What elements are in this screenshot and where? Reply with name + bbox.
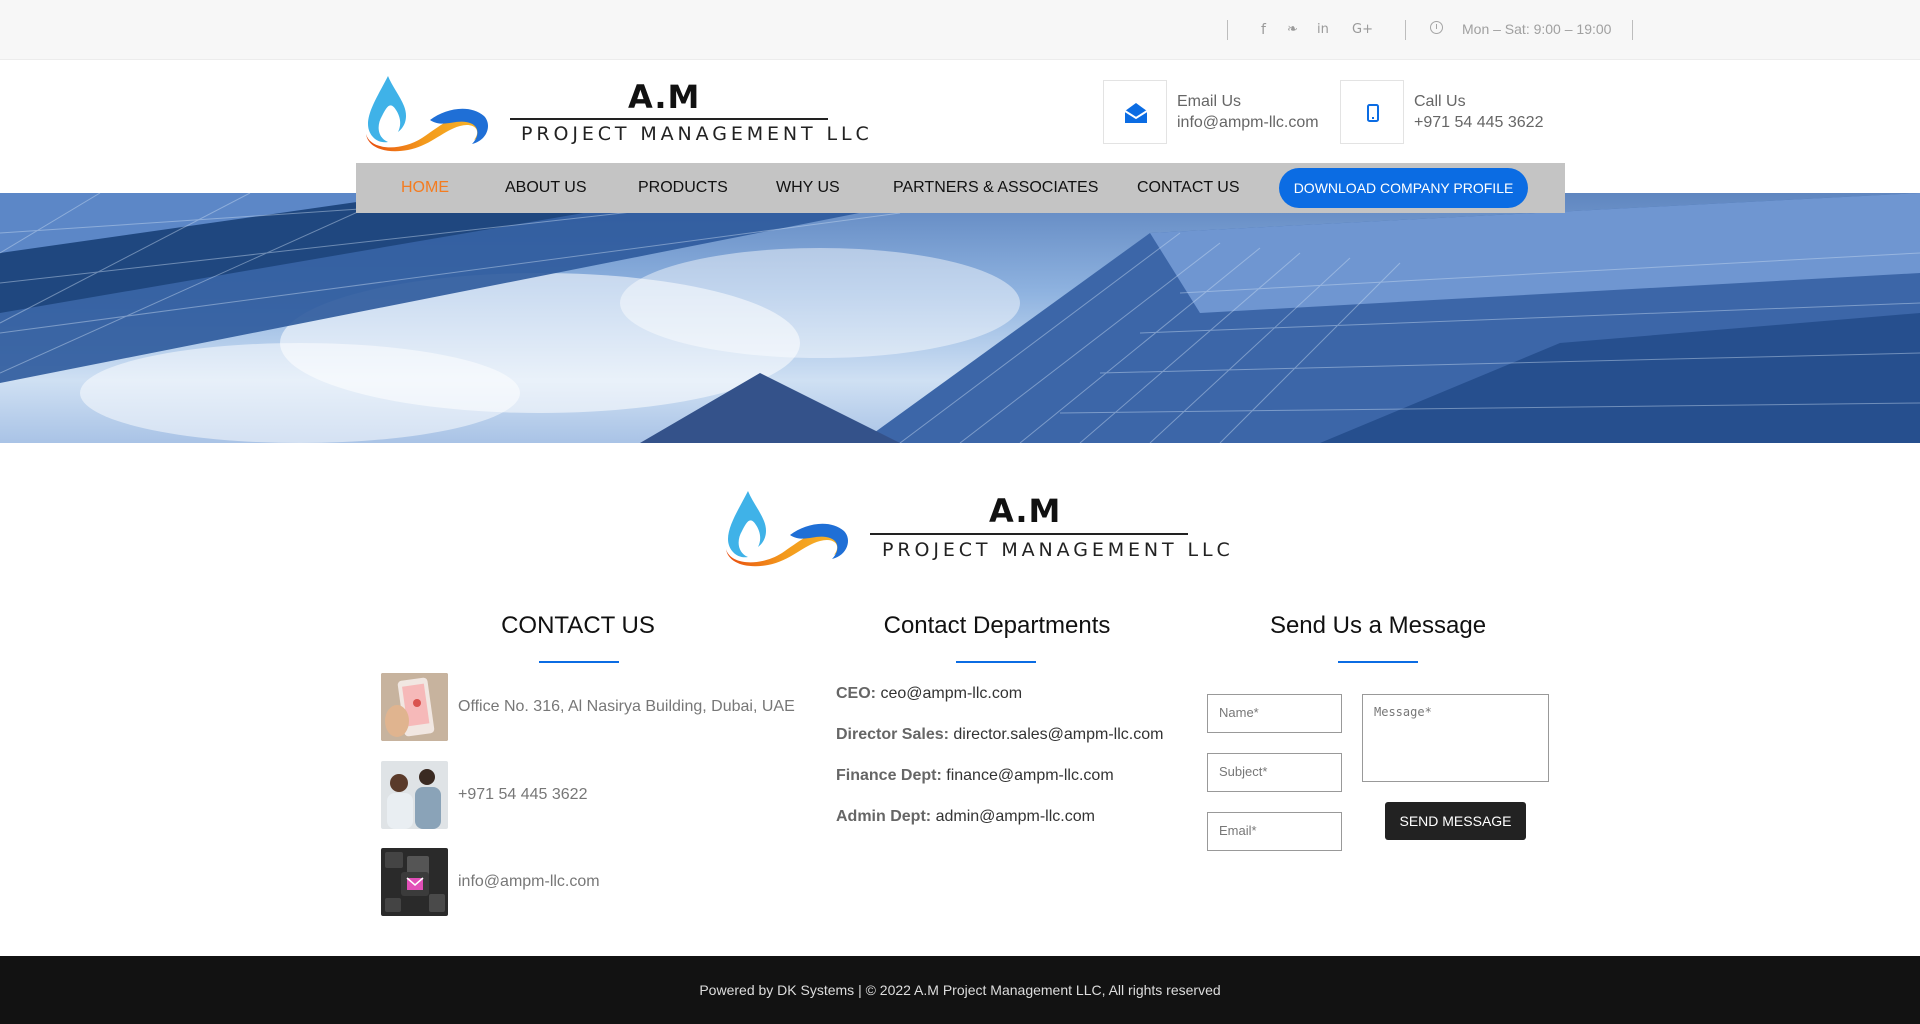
- nav-about-us[interactable]: ABOUT US: [505, 179, 587, 197]
- phone-thumbnail: [381, 761, 448, 829]
- email-thumbnail: [381, 848, 448, 916]
- call-center-image: [381, 761, 448, 829]
- contact-departments-heading: Contact Departments: [883, 612, 1111, 639]
- name-input[interactable]: Name*: [1207, 694, 1342, 733]
- email-label: Email Us: [1177, 93, 1242, 110]
- dept-email[interactable]: director.sales@ampm-llc.com: [953, 726, 1163, 743]
- subject-input[interactable]: Subject*: [1207, 753, 1342, 792]
- logo-mark-icon: [366, 76, 488, 152]
- send-message-heading: Send Us a Message: [1269, 612, 1487, 639]
- brand-subtitle: PROJECT MANAGEMENT LLC: [521, 123, 873, 145]
- dept-ceo: CEO: ceo@ampm-llc.com: [836, 685, 1022, 703]
- dept-label: CEO:: [836, 685, 876, 702]
- nav-home[interactable]: HOME: [401, 179, 449, 197]
- email-box[interactable]: [1103, 80, 1167, 144]
- contact-email[interactable]: info@ampm-llc.com: [458, 873, 600, 891]
- dept-label: Finance Dept:: [836, 767, 942, 784]
- opening-hours: Mon – Sat: 9:00 – 19:00: [1462, 21, 1612, 37]
- message-textarea[interactable]: Message*: [1362, 694, 1549, 782]
- phone-map-image: [381, 673, 448, 741]
- clock-icon: [1430, 21, 1443, 34]
- dept-finance: Finance Dept: finance@ampm-llc.com: [836, 767, 1114, 785]
- nav-contact-us[interactable]: CONTACT US: [1137, 179, 1240, 197]
- dept-email[interactable]: admin@ampm-llc.com: [936, 808, 1095, 825]
- address-thumbnail: [381, 673, 448, 741]
- contact-phone: +971 54 445 3622: [458, 786, 588, 803]
- keyboard-email-image: [381, 848, 448, 916]
- twitter-icon[interactable]: ❧: [1287, 20, 1298, 40]
- logo-divider: [510, 118, 828, 120]
- footer-logo: A.M PROJECT MANAGEMENT LLC: [720, 487, 1230, 567]
- nav-partners-associates[interactable]: PARTNERS & ASSOCIATES: [893, 179, 1098, 197]
- email-input[interactable]: Email*: [1207, 812, 1342, 851]
- brand-name: A.M: [989, 492, 1062, 530]
- dept-director-sales: Director Sales: director.sales@ampm-llc.…: [836, 726, 1163, 744]
- dept-label: Admin Dept:: [836, 808, 932, 825]
- heading-underline: [539, 661, 619, 663]
- nav-why-us[interactable]: WHY US: [776, 179, 840, 197]
- facebook-icon[interactable]: f: [1261, 20, 1266, 40]
- hero-banner: [0, 193, 1920, 443]
- dept-email[interactable]: ceo@ampm-llc.com: [880, 685, 1022, 702]
- footer: Powered by DK Systems | © 2022 A.M Proje…: [0, 956, 1920, 1024]
- heading-underline: [956, 661, 1036, 663]
- topbar-divider: [1632, 20, 1633, 40]
- logo-divider: [870, 533, 1188, 535]
- send-message-button[interactable]: SEND MESSAGE: [1385, 802, 1526, 840]
- email-value[interactable]: info@ampm-llc.com: [1177, 113, 1319, 133]
- nav-products[interactable]: PRODUCTS: [638, 179, 728, 197]
- contact-us-heading: CONTACT US: [501, 612, 655, 639]
- dept-admin: Admin Dept: admin@ampm-llc.com: [836, 808, 1095, 826]
- brand-subtitle: PROJECT MANAGEMENT LLC: [882, 539, 1234, 561]
- heading-underline: [1338, 661, 1418, 663]
- topbar-divider: [1405, 20, 1406, 40]
- dept-email[interactable]: finance@ampm-llc.com: [946, 767, 1113, 784]
- envelope-icon: [1124, 103, 1148, 123]
- mobile-phone-icon: [1367, 104, 1379, 122]
- top-bar: f ❧ in G+ Mon – Sat: 9:00 – 19:00: [0, 0, 1920, 60]
- call-value[interactable]: +971 54 445 3622: [1414, 113, 1543, 133]
- linkedin-icon[interactable]: in: [1317, 20, 1329, 40]
- site-logo[interactable]: A.M PROJECT MANAGEMENT LLC: [360, 72, 869, 152]
- main-nav: HOME ABOUT US PRODUCTS WHY US PARTNERS &…: [356, 163, 1565, 213]
- phone-box[interactable]: [1340, 80, 1404, 144]
- logo-mark-icon: [726, 491, 848, 567]
- call-label: Call Us: [1414, 93, 1466, 110]
- dept-label: Director Sales:: [836, 726, 949, 743]
- skyscrapers-image: [0, 193, 1920, 443]
- office-address: Office No. 316, Al Nasirya Building, Dub…: [458, 698, 795, 715]
- download-profile-button[interactable]: DOWNLOAD COMPANY PROFILE: [1279, 168, 1528, 208]
- footer-copyright: Powered by DK Systems | © 2022 A.M Proje…: [699, 982, 1221, 998]
- google-plus-icon[interactable]: G+: [1352, 20, 1373, 40]
- brand-name: A.M: [628, 78, 701, 116]
- topbar-divider: [1227, 20, 1228, 40]
